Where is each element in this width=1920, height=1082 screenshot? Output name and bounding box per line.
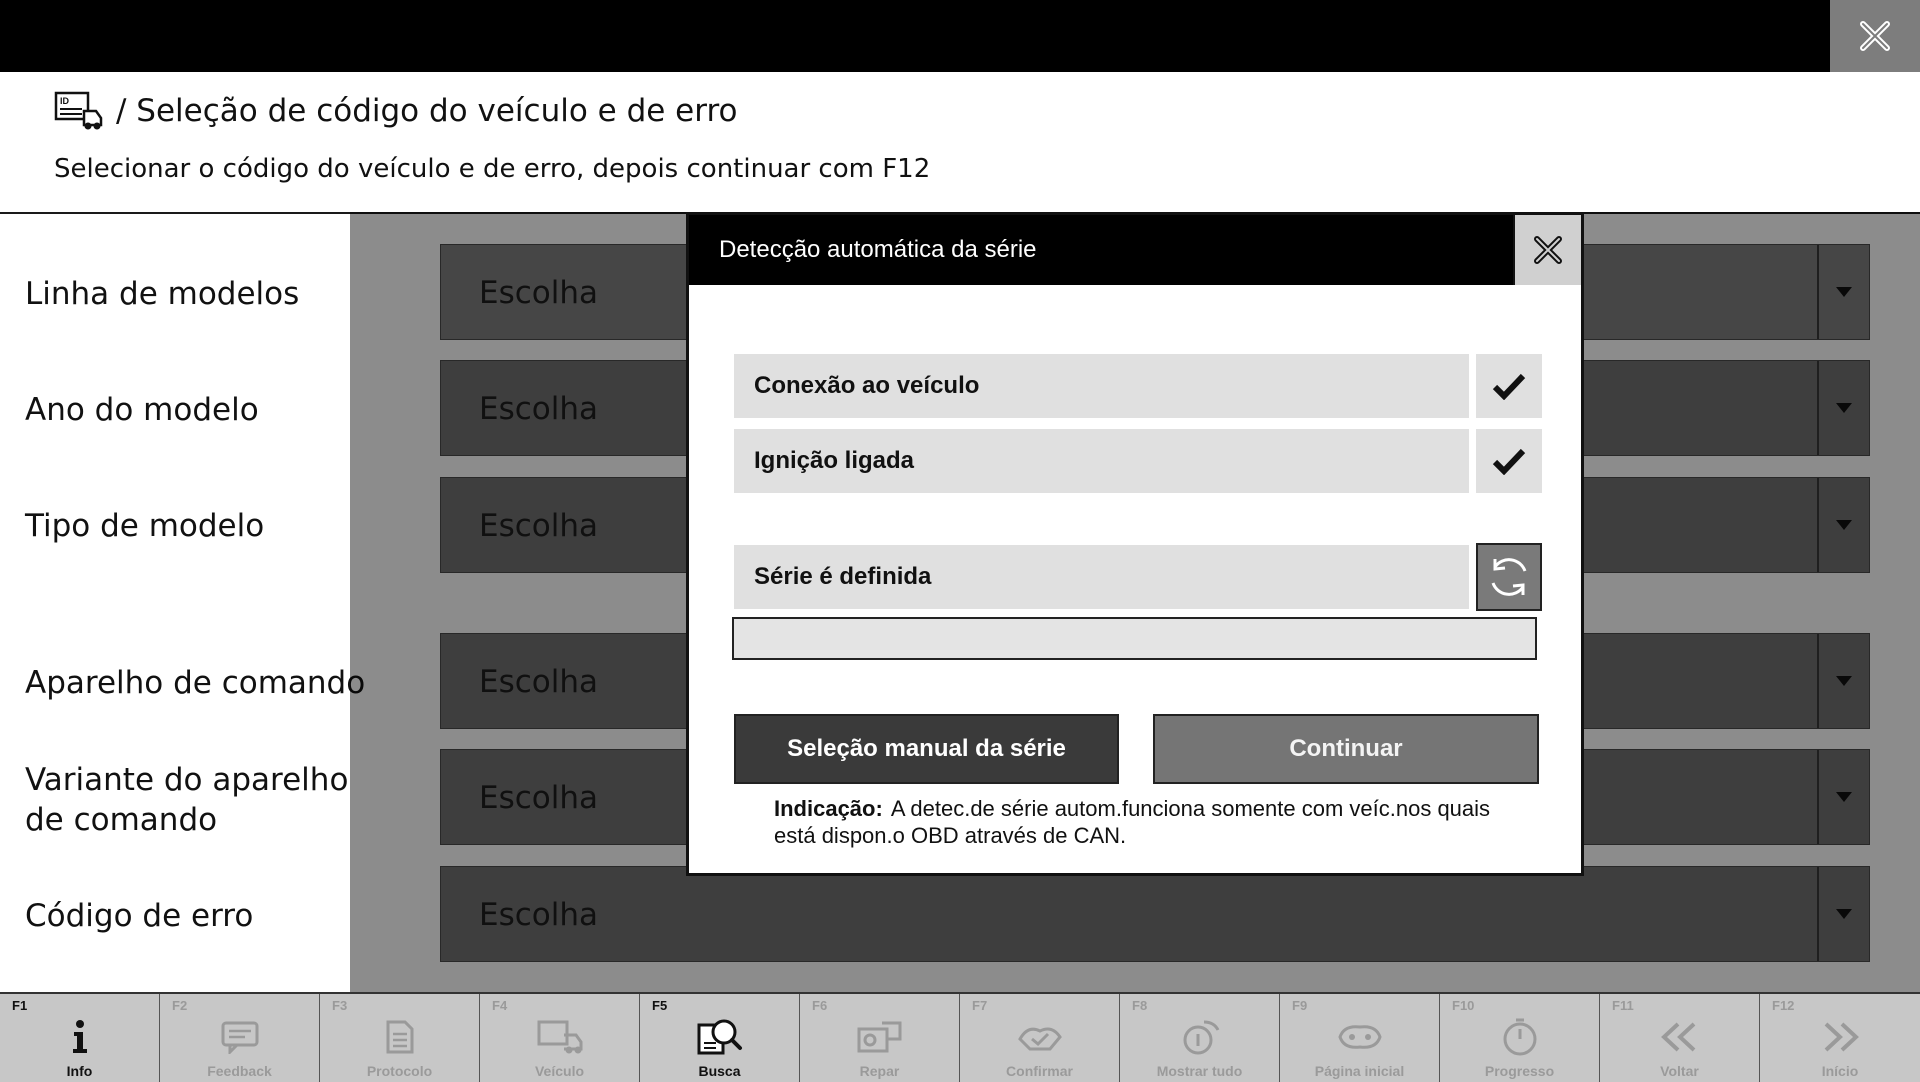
protocol-icon: [386, 1020, 413, 1054]
dialog-header: Detecção automática da série: [689, 215, 1581, 285]
fkey-label: Página inicial: [1314, 1063, 1405, 1079]
search-icon: [697, 1019, 742, 1055]
fkey-number: F9: [1292, 998, 1308, 1013]
check-label: Ignição ligada: [754, 447, 915, 474]
checkmark-icon: [1492, 373, 1526, 400]
fkey-label: Repar: [859, 1063, 900, 1079]
detection-progress-bar: [732, 617, 1537, 660]
back-icon: [1660, 1022, 1695, 1052]
fkey-f4-vehicle[interactable]: F4 Veículo: [480, 994, 640, 1082]
feedback-icon: [221, 1021, 258, 1054]
fkey-f3-protocol[interactable]: F3 Protocolo: [320, 994, 480, 1082]
fkey-label: Veículo: [534, 1063, 585, 1079]
fkey-f1-info[interactable]: F1 Info: [0, 994, 160, 1082]
fkey-label: Mostrar tudo: [1156, 1063, 1243, 1079]
check-row-ignition: Ignição ligada: [734, 429, 1469, 493]
fkey-label: Progresso: [1484, 1063, 1555, 1079]
progress-icon: [1503, 1018, 1536, 1056]
vehicle-icon: [537, 1020, 582, 1054]
vehicle-id-icon: ID: [54, 91, 103, 130]
check-status: [1476, 354, 1542, 418]
check-label: Conexão ao veículo: [754, 372, 980, 399]
fkey-label: Info: [66, 1063, 93, 1079]
fkey-label: Voltar: [1660, 1063, 1699, 1079]
page-subtitle: Selecionar o código do veículo e de erro…: [54, 154, 931, 184]
fkey-label: Início: [1821, 1063, 1859, 1079]
function-key-bar: F1 Info F2 Feedback F3 Protocolo F4 Veíc…: [0, 992, 1920, 1082]
home-icon: [1337, 1025, 1382, 1049]
fkey-number: F12: [1772, 998, 1795, 1013]
fkey-number: F6: [812, 998, 828, 1013]
check-status: [1476, 429, 1542, 493]
fkey-label: Feedback: [207, 1063, 272, 1079]
fkey-f6-repair[interactable]: F6 Repar: [800, 994, 960, 1082]
fkey-number: F1: [12, 998, 28, 1013]
fkey-label: Confirmar: [1006, 1063, 1073, 1079]
close-icon: [1860, 21, 1890, 51]
label-model-year: Ano do modelo: [25, 392, 259, 428]
show-all-icon: [1183, 1020, 1219, 1055]
dialog-close-button[interactable]: [1513, 215, 1581, 285]
fkey-f10-progress[interactable]: F10 Progresso: [1440, 994, 1600, 1082]
continue-button[interactable]: Continuar: [1153, 714, 1539, 784]
fkey-number: F5: [652, 998, 668, 1013]
fkey-label: Protocolo: [366, 1063, 433, 1079]
info-icon: [72, 1020, 87, 1053]
check-row-vehicle-connection: Conexão ao veículo: [734, 354, 1469, 418]
fkey-f7-confirm[interactable]: F7 Confirmar: [960, 994, 1120, 1082]
dialog-title: Detecção automática da série: [719, 236, 1037, 263]
hint-label: Indicação:: [774, 796, 883, 821]
fkey-number: F2: [172, 998, 188, 1013]
fkey-f12-start[interactable]: F12 Início: [1760, 994, 1920, 1082]
forward-icon: [1824, 1022, 1859, 1052]
fkey-label: Busca: [698, 1063, 741, 1079]
fkey-number: F11: [1612, 998, 1634, 1013]
page-title: ID / Seleção de código do veículo e de e…: [54, 86, 737, 136]
fkey-f11-back[interactable]: F11 Voltar: [1600, 994, 1760, 1082]
fkey-number: F3: [332, 998, 348, 1013]
label-model-line: Linha de modelos: [25, 276, 300, 312]
fkey-f2-feedback[interactable]: F2 Feedback: [160, 994, 320, 1082]
dialog-hint: Indicação: A detec.de série autom.funcion…: [774, 795, 1494, 849]
fkey-number: F10: [1452, 998, 1475, 1013]
window-close-button[interactable]: [1830, 0, 1920, 72]
page-title-text: / Seleção de código do veículo e de erro: [116, 93, 738, 129]
label-control-unit: Aparelho de comando: [25, 665, 366, 701]
label-model-type: Tipo de modelo: [25, 508, 265, 544]
fkey-f8-show-all[interactable]: F8 Mostrar tudo: [1120, 994, 1280, 1082]
confirm-icon: [1017, 1027, 1062, 1051]
check-status-loading: [1476, 543, 1542, 611]
checkmark-icon: [1492, 448, 1526, 475]
label-control-unit-variant: Variante do aparelho de comando: [25, 762, 349, 838]
fkey-number: F4: [492, 998, 508, 1013]
fkey-f9-home[interactable]: F9 Página inicial: [1280, 994, 1440, 1082]
close-icon: [1534, 236, 1562, 264]
refresh-icon: [1491, 558, 1527, 596]
manual-series-selection-button[interactable]: Seleção manual da série: [734, 714, 1119, 784]
label-error-code: Código de erro: [25, 898, 254, 934]
top-bar: [0, 0, 1920, 72]
check-row-series: Série é definida: [734, 545, 1469, 609]
fkey-number: F7: [972, 998, 988, 1013]
repair-icon: [857, 1021, 901, 1053]
series-detection-dialog: Detecção automática da série Conexão ao …: [686, 212, 1584, 876]
check-label: Série é definida: [754, 563, 932, 590]
fkey-number: F8: [1132, 998, 1148, 1013]
svg-text:ID: ID: [60, 96, 70, 106]
fkey-f5-search[interactable]: F5 Busca: [640, 994, 800, 1082]
page-header: ID / Seleção de código do veículo e de e…: [0, 72, 1920, 214]
